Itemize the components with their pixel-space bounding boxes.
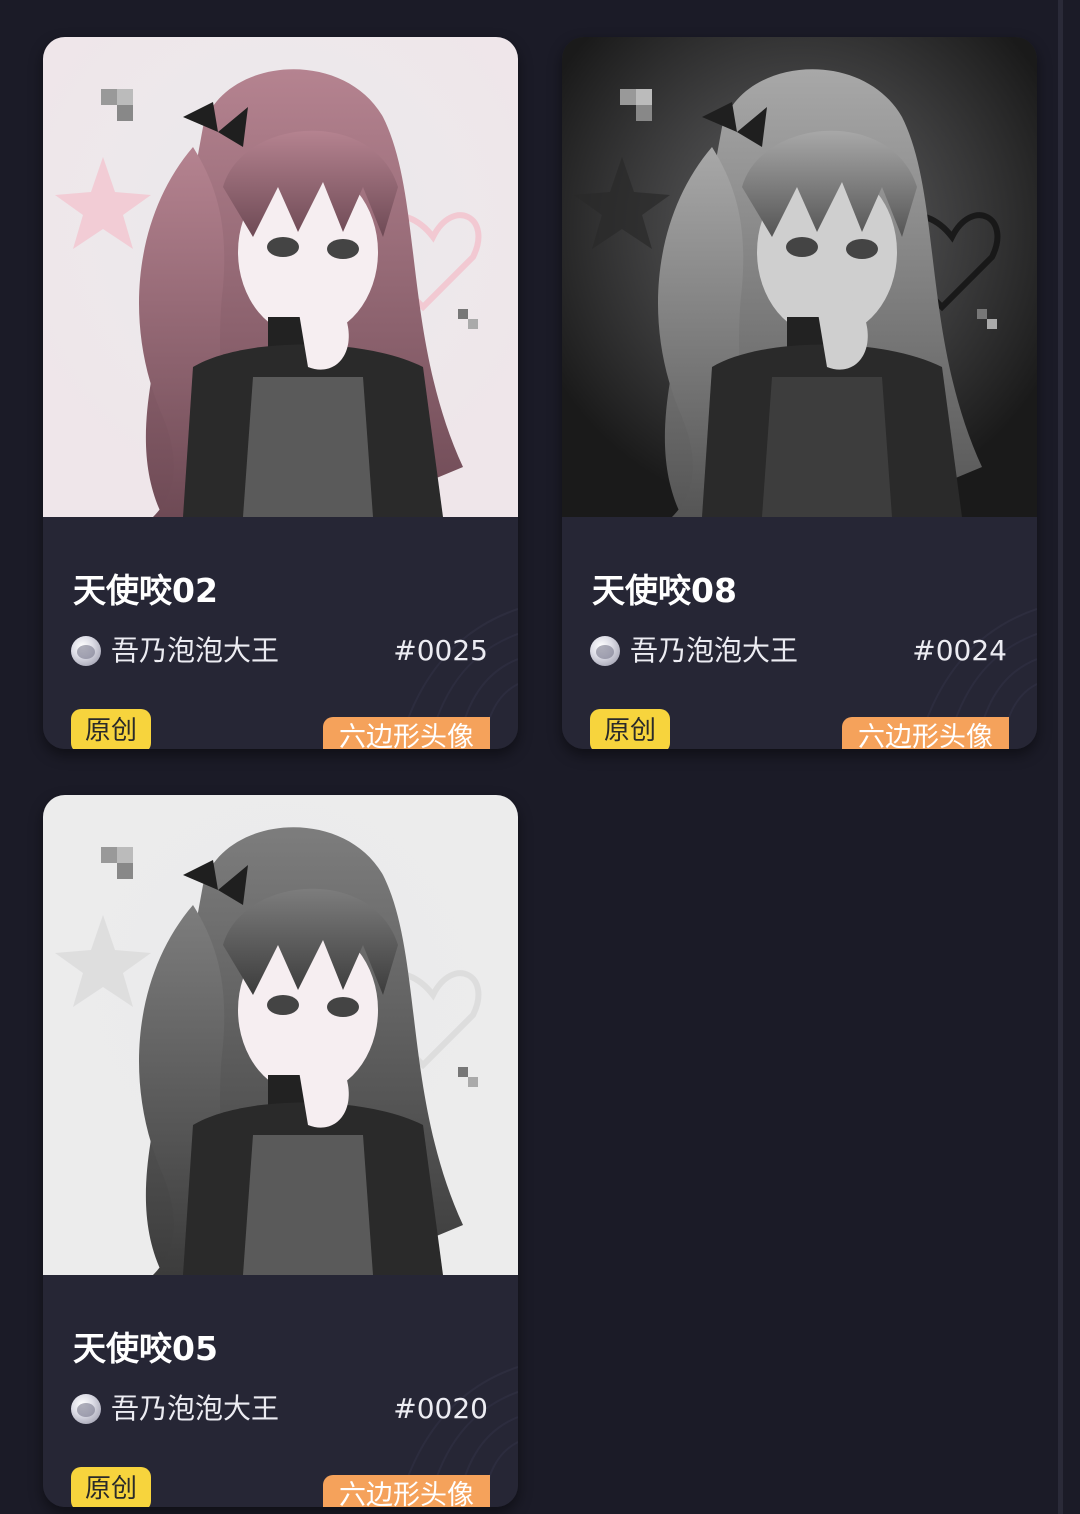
- creator-row[interactable]: 吾乃泡泡大王: [590, 631, 798, 671]
- portrait-illustration: [43, 795, 518, 1275]
- original-badge: 原创: [71, 709, 152, 749]
- serial-number: #0024: [912, 634, 1007, 667]
- creator-row[interactable]: 吾乃泡泡大王: [71, 631, 279, 671]
- artwork-image[interactable]: [43, 37, 518, 517]
- scrollbar[interactable]: [1058, 0, 1063, 1514]
- nft-card[interactable]: 天使咬08 吾乃泡泡大王 #0024 原创 六边形头像: [562, 37, 1037, 749]
- artwork-image[interactable]: [562, 37, 1037, 517]
- creator-avatar: [71, 1394, 101, 1424]
- hexagon-avatar-badge: 六边形头像: [323, 1475, 490, 1507]
- original-badge: 原创: [71, 1467, 152, 1507]
- card-title: 天使咬02: [73, 571, 218, 610]
- portrait-illustration: [562, 37, 1037, 517]
- portrait-illustration: [43, 37, 518, 517]
- card-info: 天使咬05 吾乃泡泡大王 #0020 原创 六边形头像: [43, 1275, 518, 1507]
- serial-number: #0020: [393, 1392, 488, 1425]
- card-title: 天使咬05: [73, 1329, 218, 1368]
- nft-card[interactable]: 天使咬02 吾乃泡泡大王 #0025 原创 六边形头像: [43, 37, 518, 749]
- original-badge: 原创: [590, 709, 671, 749]
- serial-number: #0025: [393, 634, 488, 667]
- creator-name: 吾乃泡泡大王: [111, 1392, 280, 1425]
- creator-avatar: [71, 636, 101, 666]
- nft-card[interactable]: 天使咬05 吾乃泡泡大王 #0020 原创 六边形头像: [43, 795, 518, 1507]
- creator-avatar: [590, 636, 620, 666]
- artwork-image[interactable]: [43, 795, 518, 1275]
- card-info: 天使咬02 吾乃泡泡大王 #0025 原创 六边形头像: [43, 517, 518, 749]
- hexagon-avatar-badge: 六边形头像: [323, 717, 490, 749]
- creator-name: 吾乃泡泡大王: [630, 634, 799, 667]
- nft-gallery-screen: 天使咬02 吾乃泡泡大王 #0025 原创 六边形头像 天使咬08 吾乃泡泡大王…: [0, 0, 1080, 1514]
- creator-name: 吾乃泡泡大王: [111, 634, 280, 667]
- creator-row[interactable]: 吾乃泡泡大王: [71, 1389, 279, 1429]
- card-title: 天使咬08: [592, 571, 737, 610]
- hexagon-avatar-badge: 六边形头像: [842, 717, 1009, 749]
- card-info: 天使咬08 吾乃泡泡大王 #0024 原创 六边形头像: [562, 517, 1037, 749]
